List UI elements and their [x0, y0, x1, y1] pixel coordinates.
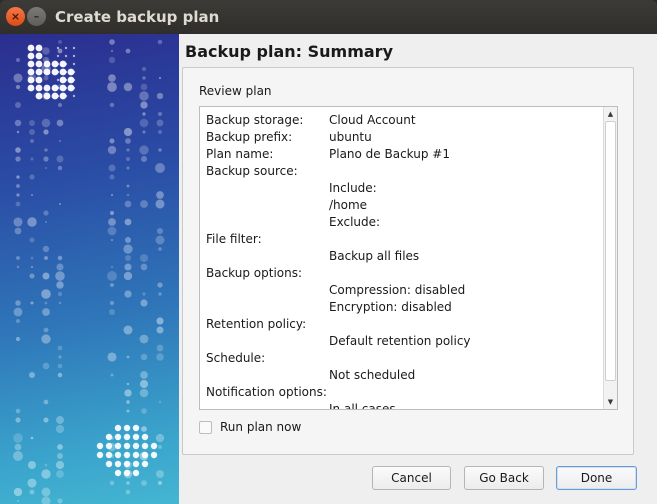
- scroll-up-arrow-icon[interactable]: ▲: [604, 107, 617, 121]
- summary-value: /home: [329, 198, 368, 212]
- summary-value: Plano de Backup #1: [329, 147, 450, 161]
- summary-key: Backup prefix:: [206, 130, 293, 144]
- summary-value: Exclude:: [329, 215, 381, 229]
- minimize-window-button[interactable]: –: [27, 7, 46, 26]
- summary-row: Plan name: Plano de Backup #1: [206, 146, 601, 163]
- wizard-banner: [0, 34, 179, 504]
- summary-text-area[interactable]: Backup storage: Cloud Account Backup prefi…: [199, 106, 618, 410]
- run-plan-now-label[interactable]: Run plan now: [220, 420, 301, 434]
- window-title: Create backup plan: [55, 8, 220, 26]
- run-plan-now-checkbox[interactable]: [199, 420, 212, 434]
- cancel-button[interactable]: Cancel: [372, 466, 451, 490]
- summary-row: Default retention policy: [206, 333, 601, 350]
- summary-key: File filter:: [206, 232, 262, 246]
- scroll-down-arrow-icon[interactable]: ▼: [604, 395, 617, 409]
- window-titlebar: × – Create backup plan: [0, 0, 657, 34]
- summary-row: /home: [206, 197, 601, 214]
- summary-value: Compression: disabled: [329, 283, 466, 297]
- summary-key: Backup source:: [206, 164, 298, 178]
- vertical-scrollbar[interactable]: ▲ ▼: [603, 107, 617, 409]
- review-panel: Review plan Backup storage: Cloud Account…: [182, 67, 634, 455]
- summary-row: Backup storage: Cloud Account: [206, 112, 601, 129]
- summary-value: Include:: [329, 181, 377, 195]
- summary-value: ubuntu: [329, 130, 372, 144]
- page-title: Backup plan: Summary: [185, 42, 393, 61]
- summary-row: Not scheduled: [206, 367, 601, 384]
- run-plan-now-option[interactable]: Run plan now: [199, 420, 301, 434]
- summary-rows: Backup storage: Cloud Account Backup prefi…: [206, 112, 601, 410]
- summary-row: Notification options:: [206, 384, 601, 401]
- summary-row: Exclude:: [206, 214, 601, 231]
- dotted-logo-icon: [13, 39, 165, 504]
- summary-value: Cloud Account: [329, 113, 416, 127]
- review-plan-label: Review plan: [199, 84, 272, 98]
- summary-value: Not scheduled: [329, 368, 416, 382]
- done-button[interactable]: Done: [556, 466, 637, 490]
- go-back-button[interactable]: Go Back: [464, 466, 544, 490]
- summary-value: Backup all files: [329, 249, 420, 263]
- summary-row: File filter:: [206, 231, 601, 248]
- summary-row: Backup prefix: ubuntu: [206, 129, 601, 146]
- summary-row: Include:: [206, 180, 601, 197]
- summary-value: In all cases: [329, 402, 396, 410]
- close-window-button[interactable]: ×: [6, 7, 25, 26]
- summary-row: Backup source:: [206, 163, 601, 180]
- summary-row: Retention policy:: [206, 316, 601, 333]
- summary-key: Plan name:: [206, 147, 274, 161]
- summary-key: Backup storage:: [206, 113, 304, 127]
- summary-key: Schedule:: [206, 351, 266, 365]
- summary-row: Compression: disabled: [206, 282, 601, 299]
- summary-key: Notification options:: [206, 385, 327, 399]
- summary-row: Schedule:: [206, 350, 601, 367]
- summary-value: Encryption: disabled: [329, 300, 452, 314]
- scrollbar-thumb[interactable]: [605, 121, 616, 381]
- summary-key: Retention policy:: [206, 317, 307, 331]
- summary-row: Backup options:: [206, 265, 601, 282]
- summary-row: Encryption: disabled: [206, 299, 601, 316]
- summary-key: Backup options:: [206, 266, 303, 280]
- summary-row: Backup all files: [206, 248, 601, 265]
- wizard-content: Backup plan: Summary Review plan Backup …: [179, 34, 657, 504]
- summary-row: In all cases: [206, 401, 601, 410]
- summary-value: Default retention policy: [329, 334, 471, 348]
